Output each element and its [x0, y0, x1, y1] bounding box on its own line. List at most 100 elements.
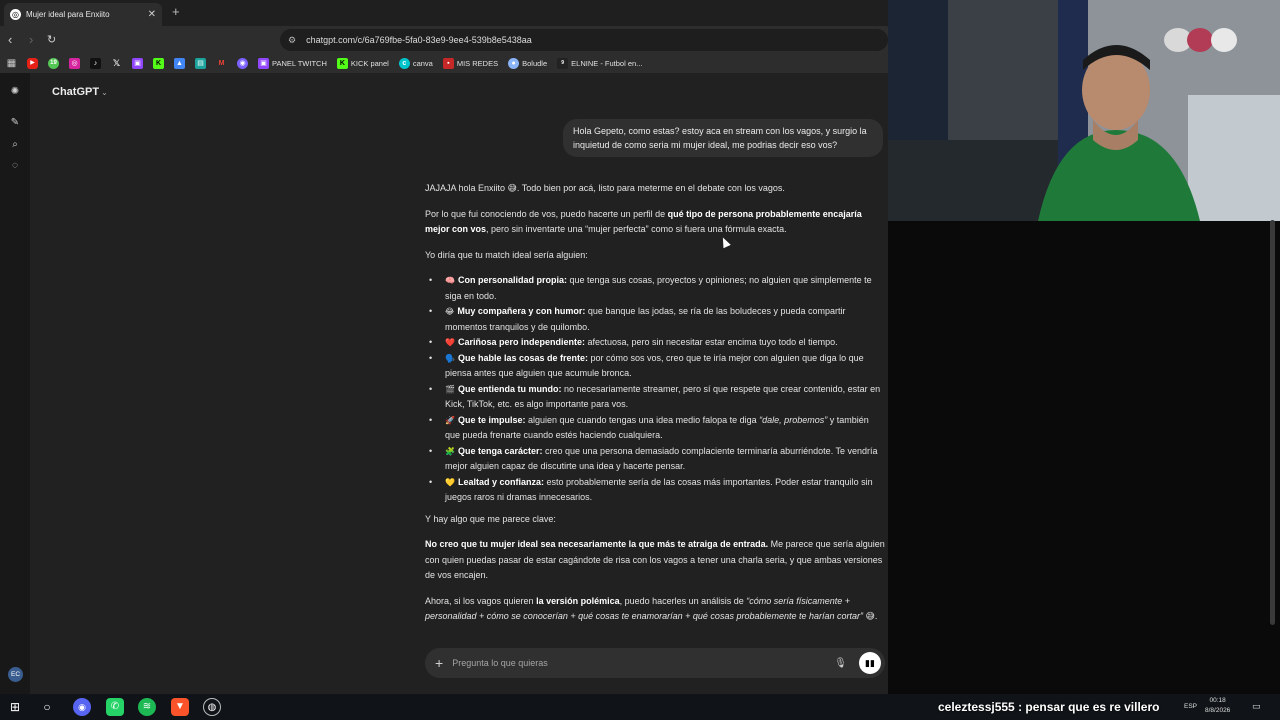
- prompt-input[interactable]: Pregunta lo que quieras: [452, 658, 834, 668]
- item-title: Con personalidad propia:: [457, 275, 567, 285]
- new-tab-icon[interactable]: +: [172, 4, 180, 19]
- search-icon[interactable]: ⌕: [8, 138, 22, 152]
- item-italic: “dale, probemos”: [759, 414, 828, 425]
- page-scrollbar[interactable]: [1270, 220, 1275, 625]
- bookmark-label: ELNINE - Futbol en...: [571, 59, 643, 68]
- kick-icon: K: [336, 58, 348, 69]
- laugh-emoji-icon: 😂: [445, 307, 455, 316]
- attach-plus-icon[interactable]: +: [435, 655, 443, 671]
- list-item: 🚀Que te impulse: alguien que cuando teng…: [425, 413, 885, 444]
- model-name: ChatGPT: [52, 86, 100, 98]
- item-title: Que tenga carácter:: [457, 445, 543, 456]
- reload-icon[interactable]: ↻: [47, 33, 56, 46]
- bookmark-label: PANEL TWITCH: [272, 59, 327, 68]
- taskbar: ⊞ ○ ◉ ✆ ≋ ▼ ◍ celeztessj555 : pensar que…: [0, 694, 1280, 720]
- heart-emoji-icon: ❤️: [445, 338, 455, 347]
- forward-icon[interactable]: ›: [29, 32, 33, 47]
- closing-bold: la versión polémica: [536, 595, 620, 606]
- microphone-icon[interactable]: 🎙: [834, 658, 847, 669]
- gmail-icon[interactable]: M: [216, 58, 227, 69]
- avatar[interactable]: EC: [8, 667, 23, 682]
- webcam-image: [888, 0, 1280, 221]
- item-text: afectuosa, pero sin necesitar estar enci…: [585, 337, 838, 347]
- kick-icon[interactable]: K: [153, 58, 164, 69]
- item-title: Lealtad y confianza:: [457, 476, 544, 487]
- answer-key-line: Y hay algo que me parece clave:: [425, 513, 556, 524]
- closing-text-mid: , puedo hacerles un análisis de: [619, 595, 747, 606]
- address-toolbar: ‹ › ↻ ⚙ chatgpt.com/c/6a769fbe-5fa0-83e9…: [0, 26, 888, 54]
- windows-start-icon[interactable]: ⊞: [6, 698, 24, 716]
- elnine-icon: 9: [557, 58, 569, 69]
- intro-text-end: , pero sin inventarte una “mujer perfect…: [486, 224, 787, 234]
- youtube-icon[interactable]: ▶: [27, 58, 38, 69]
- apps-grid-icon[interactable]: ▦: [6, 58, 17, 69]
- clock-time: 00:18: [1209, 697, 1226, 704]
- browser-tab-active[interactable]: ◎ Mujer ideal para Enxiito ✕: [4, 3, 162, 26]
- twitch-icon[interactable]: ▣: [132, 58, 143, 69]
- language-indicator[interactable]: ESP: [1184, 703, 1197, 710]
- voice-mode-icon[interactable]: ▮▮: [859, 652, 881, 674]
- yellow-heart-emoji-icon: 💛: [445, 477, 455, 487]
- clock-date: 8/8/2026: [1205, 707, 1231, 714]
- list-item: 🧠Con personalidad propia: que tenga sus …: [425, 273, 885, 304]
- tab-close-icon[interactable]: ✕: [148, 9, 156, 20]
- answer-greeting: JAJAJA hola Enxiito 😅. Todo bien por acá…: [425, 183, 785, 193]
- rocket-emoji-icon: 🚀: [445, 415, 455, 425]
- x-icon[interactable]: 𝕏: [111, 58, 122, 69]
- twitch-icon: ▣: [258, 58, 269, 69]
- bookmark-mis-redes[interactable]: ▪ MIS REDES: [442, 58, 498, 69]
- sidebar-rail: ✺ ✎ ⌕ ◌ EC: [0, 73, 30, 694]
- bookmark-label: KICK panel: [350, 59, 389, 68]
- model-selector[interactable]: ChatGPT ⌄: [52, 86, 108, 98]
- globe-icon[interactable]: ◉: [237, 58, 248, 69]
- bookmark-boludle[interactable]: ● Boludle: [508, 58, 547, 69]
- notification-icon[interactable]: ▭: [1252, 701, 1261, 712]
- right-empty-area: [888, 221, 1280, 694]
- tiktok-icon[interactable]: ♪: [90, 58, 101, 69]
- address-bar[interactable]: ⚙ chatgpt.com/c/6a769fbe-5fa0-83e9-9ee4-…: [280, 29, 888, 51]
- bookmarks-bar: ▦ ▶ 19 ◎ ♪ 𝕏 ▣ K ▲ ▤ M ◉ ▣ PANEL TWITCH K…: [0, 54, 888, 73]
- obs-icon[interactable]: ◍: [203, 698, 221, 716]
- bookmark-panel-twitch[interactable]: ▣ PANEL TWITCH: [258, 58, 327, 69]
- closing-text-end: 😅.: [863, 611, 878, 621]
- answer-closing: Ahora, si los vagos quieren la versión p…: [425, 594, 885, 625]
- bookmark-elnine[interactable]: 9 ELNINE - Futbol en...: [557, 58, 642, 69]
- folder-icon: ▪: [442, 58, 454, 69]
- canva-icon: c: [398, 58, 410, 69]
- badge-icon[interactable]: 19: [48, 58, 59, 69]
- answer-lead: Yo diría que tu match ideal sería alguie…: [425, 249, 588, 260]
- new-chat-icon[interactable]: ✎: [8, 116, 22, 130]
- drive-icon[interactable]: ▲: [174, 58, 185, 69]
- user-message: Hola Gepeto, como estas? estoy aca en st…: [563, 119, 883, 157]
- list-item: ❤️Cariñosa pero independiente: afectuosa…: [425, 335, 885, 351]
- spotify-icon[interactable]: ≋: [138, 698, 156, 716]
- openai-logo-icon[interactable]: ✺: [8, 85, 22, 99]
- boludle-icon: ●: [508, 58, 520, 69]
- list-item: 🎬Que entienda tu mundo: no necesariament…: [425, 382, 885, 413]
- bookmark-canva[interactable]: c canva: [398, 58, 433, 69]
- item-title: Que te impulse:: [457, 414, 526, 425]
- bookmark-kick-panel[interactable]: K KICK panel: [336, 58, 389, 69]
- library-icon[interactable]: ◌: [8, 159, 22, 173]
- speaking-emoji-icon: 🗣️: [445, 353, 455, 363]
- list-item: 🗣️Que hable las cosas de frente: por cóm…: [425, 351, 885, 382]
- stream-chat-overlay: celeztessj555 : pensar que es re villero: [938, 700, 1160, 714]
- site-info-icon[interactable]: ⚙: [288, 35, 296, 46]
- brave-icon[interactable]: ▼: [171, 698, 189, 716]
- discord-icon[interactable]: ◉: [73, 698, 91, 716]
- back-icon[interactable]: ‹: [8, 32, 12, 47]
- clapper-emoji-icon: 🎬: [445, 384, 455, 394]
- item-title: Muy compañera y con humor:: [457, 306, 586, 316]
- system-clock[interactable]: 00:18 8/8/2026: [1205, 696, 1230, 716]
- list-item: 💛Lealtad y confianza: esto probablemente…: [425, 475, 885, 506]
- composer[interactable]: + Pregunta lo que quieras 🎙 ▮▮: [425, 648, 885, 678]
- search-circle-icon[interactable]: ○: [38, 698, 56, 716]
- list-item: 🧩Que tenga carácter: creo que una person…: [425, 444, 885, 475]
- whatsapp-icon[interactable]: ✆: [106, 698, 124, 716]
- instagram-icon[interactable]: ◎: [69, 58, 80, 69]
- intro-text: Por lo que fui conociendo de vos, puedo …: [425, 208, 668, 219]
- url-text: chatgpt.com/c/6a769fbe-5fa0-83e9-9ee4-53…: [306, 35, 532, 45]
- browser-tab-bar: ◎ Mujer ideal para Enxiito ✕ +: [0, 0, 888, 26]
- calc-icon[interactable]: ▤: [195, 58, 206, 69]
- answer-intro: Por lo que fui conociendo de vos, puedo …: [425, 207, 885, 238]
